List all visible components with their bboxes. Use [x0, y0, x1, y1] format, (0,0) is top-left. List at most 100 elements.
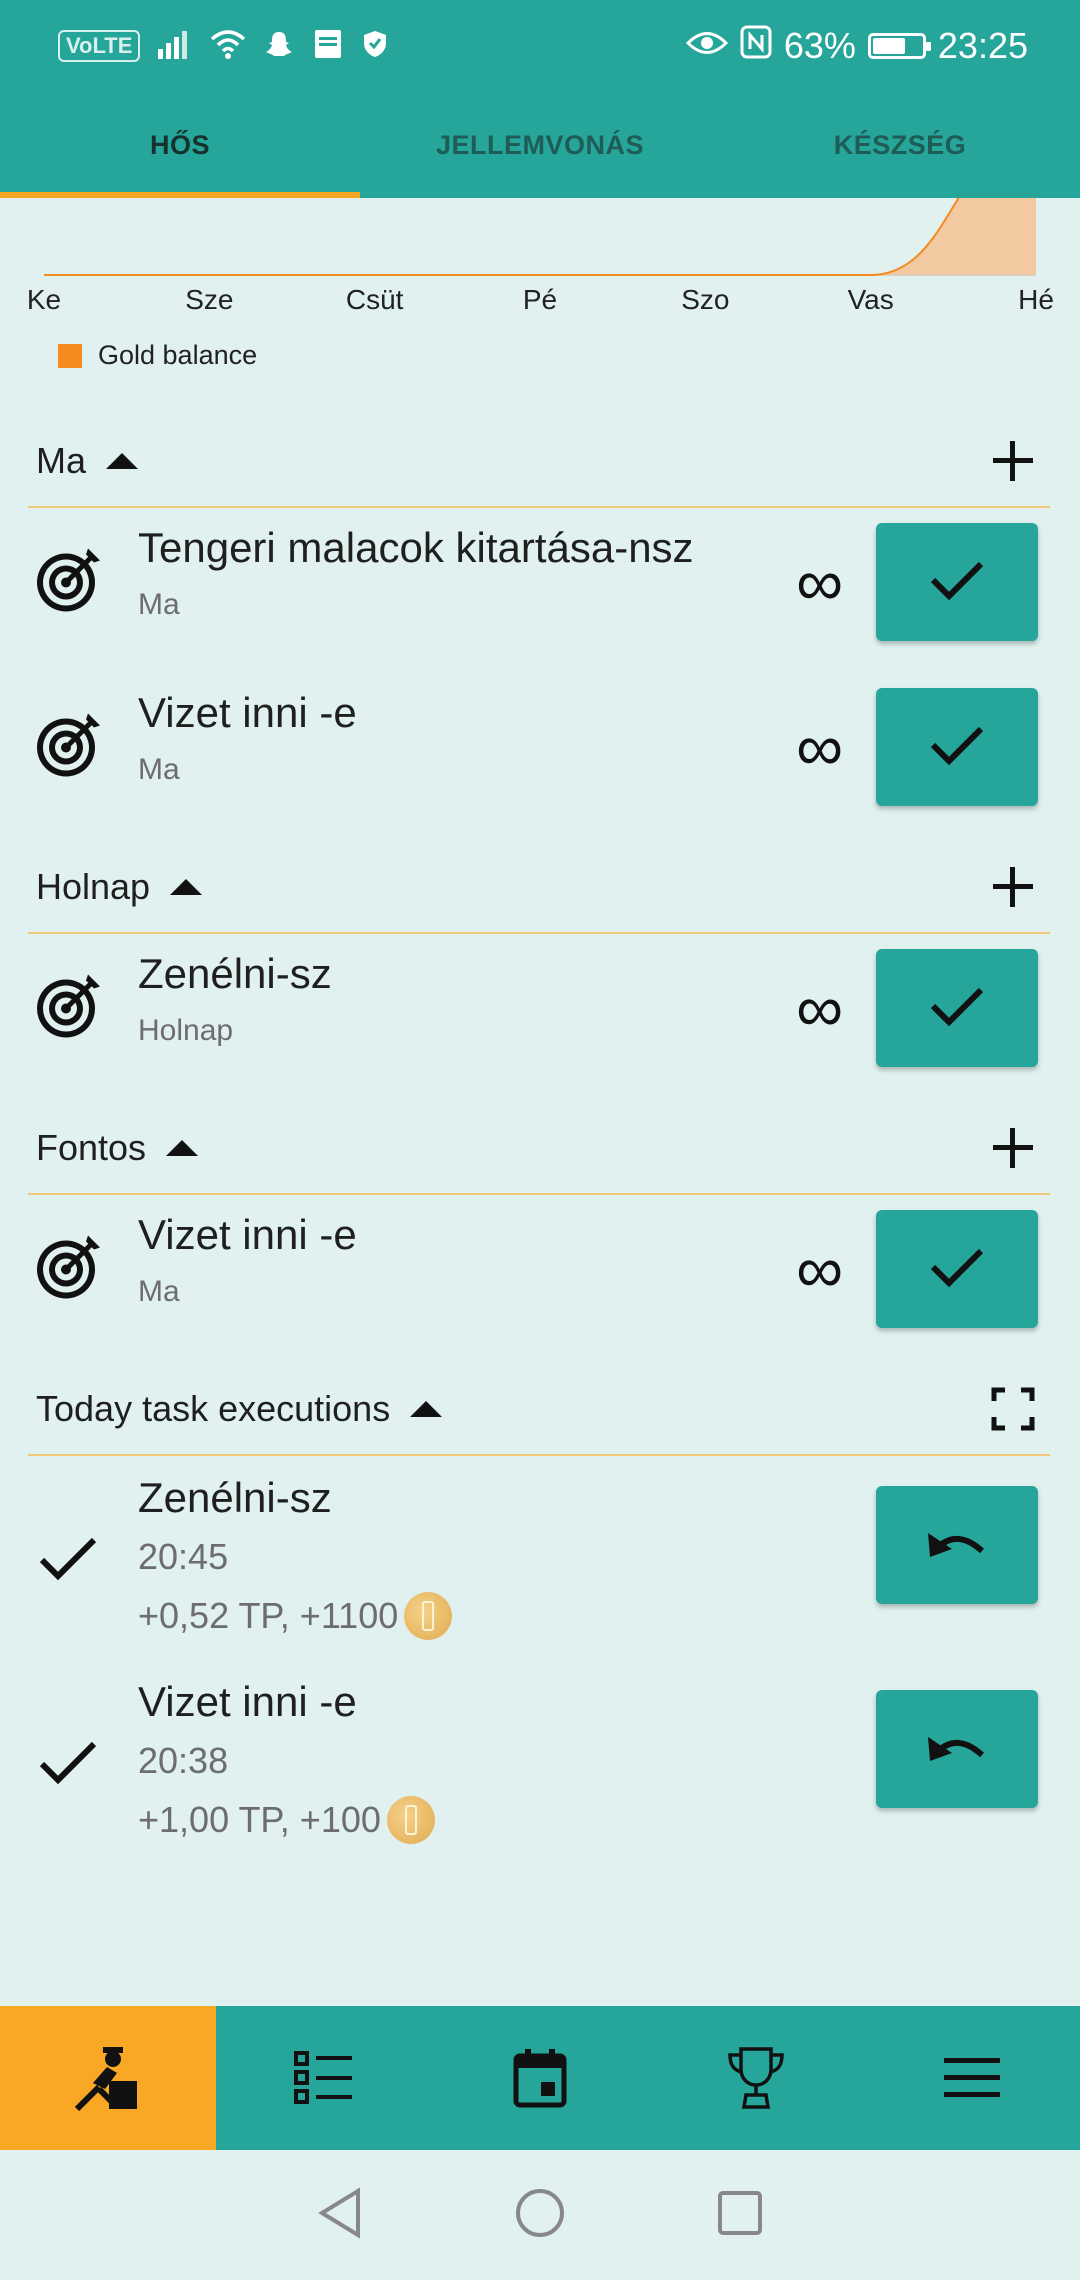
nav-tasks[interactable] [216, 2006, 432, 2150]
x-tick-label: Csüt [345, 284, 404, 315]
undo-button[interactable] [876, 1486, 1038, 1604]
eye-comfort-icon [685, 25, 728, 67]
check-icon [38, 1738, 98, 1793]
check-icon [929, 984, 985, 1033]
bottom-navigation [0, 2006, 1080, 2150]
gold-balance-line [43, 198, 960, 276]
tab-skills[interactable]: KÉSZSÉG [720, 92, 1080, 198]
signal-icon [158, 29, 192, 64]
execution-title: Zenélni-sz [138, 1474, 332, 1521]
complete-button[interactable] [876, 523, 1038, 641]
section-title: Ma [36, 440, 87, 481]
undo-button[interactable] [876, 1690, 1038, 1808]
section-title: Fontos [36, 1127, 147, 1168]
complete-button[interactable] [876, 949, 1038, 1067]
target-icon [34, 710, 104, 785]
home-icon[interactable] [514, 2187, 566, 2244]
section-header-tomorrow[interactable]: Holnap [28, 842, 1050, 934]
snapchat-icon [264, 29, 294, 64]
task-list-icon [294, 2051, 352, 2104]
volte-indicator: VoLTE [58, 30, 141, 62]
execution-reward: +0,52 TP, +1100 [138, 1592, 453, 1640]
status-bar: VoLTE 63% 23:25 [0, 0, 1080, 92]
infinity-icon: ∞ [796, 710, 844, 784]
nav-calendar[interactable] [432, 2006, 648, 2150]
execution-title: Vizet inni -e [138, 1678, 357, 1725]
check-icon [929, 558, 985, 607]
system-navigation [0, 2150, 1080, 2280]
nav-hero[interactable] [0, 2006, 216, 2150]
tab-bar: HŐS JELLEMVONÁS KÉSZSÉG [0, 92, 1080, 198]
section-header-executions[interactable]: Today task executions [28, 1364, 1050, 1456]
caret-up-icon [410, 1401, 443, 1417]
calendar-icon [513, 2049, 567, 2108]
infinity-icon: ∞ [796, 545, 844, 619]
task-subtitle: Holnap [138, 1014, 234, 1047]
section-title: Holnap [36, 866, 151, 907]
legend-label: Gold balance [98, 340, 258, 370]
trophy-icon [728, 2047, 784, 2109]
undo-icon [928, 1533, 985, 1557]
reward-text: +1,00 TP, +100 [138, 1799, 381, 1840]
section-header-today[interactable]: Ma [28, 416, 1050, 508]
wifi-icon [210, 29, 246, 64]
chart-x-axis: Ke Sze Csüt Pé Szo Vas Hé [0, 284, 1080, 324]
target-icon [34, 971, 104, 1046]
target-icon [34, 545, 104, 620]
nfc-icon [740, 25, 772, 68]
add-icon[interactable] [990, 1125, 1036, 1171]
target-icon [34, 1232, 104, 1307]
list-item[interactable]: Vizet inni -e Ma ∞ [0, 667, 1080, 827]
add-icon[interactable] [990, 864, 1036, 910]
task-title: Vizet inni -e [138, 689, 357, 736]
gold-balance-area [44, 198, 1036, 275]
section-header-important[interactable]: Fontos [28, 1103, 1050, 1195]
execution-item: Vizet inni -e 20:38 +1,00 TP, +100 [0, 1666, 1080, 1866]
tab-traits[interactable]: JELLEMVONÁS [360, 92, 720, 198]
task-title: Zenélni-sz [138, 950, 332, 997]
infinity-icon: ∞ [796, 971, 844, 1045]
bible-app-icon [312, 28, 344, 65]
check-icon [929, 1245, 985, 1294]
nav-achievements[interactable] [648, 2006, 864, 2150]
tab-hero[interactable]: HŐS [0, 92, 360, 198]
battery-fill [872, 38, 905, 54]
gold-coin-icon [386, 1796, 435, 1844]
list-item[interactable]: Vizet inni -e Ma ∞ [0, 1189, 1080, 1349]
battery-percent: 63% [783, 25, 856, 66]
nav-menu[interactable] [864, 2006, 1080, 2150]
back-icon[interactable] [316, 2186, 364, 2244]
caret-up-icon [170, 879, 203, 895]
clock: 23:25 [937, 25, 1028, 66]
caret-up-icon [106, 453, 139, 469]
add-icon[interactable] [990, 438, 1036, 484]
execution-item: Zenélni-sz 20:45 +0,52 TP, +1100 [0, 1462, 1080, 1662]
list-item[interactable]: Zenélni-sz Holnap ∞ [0, 928, 1080, 1088]
task-title: Tengeri malacok kitartása-nsz [138, 524, 694, 571]
recents-icon[interactable] [716, 2189, 764, 2242]
reward-text: +0,52 TP, +1100 [138, 1595, 399, 1636]
task-title: Vizet inni -e [138, 1211, 357, 1258]
hero-icon [74, 2047, 137, 2112]
x-tick-label: Sze [185, 284, 234, 315]
fullscreen-icon[interactable] [990, 1386, 1036, 1432]
complete-button[interactable] [876, 1210, 1038, 1328]
task-subtitle: Ma [138, 588, 180, 621]
complete-button[interactable] [876, 688, 1038, 806]
x-tick-label: Vas [847, 284, 894, 315]
undo-icon [928, 1737, 985, 1761]
list-item[interactable]: Tengeri malacok kitartása-nsz Ma ∞ [0, 502, 1080, 662]
infinity-icon: ∞ [796, 1232, 844, 1306]
menu-icon [944, 2058, 1000, 2097]
check-icon [38, 1534, 98, 1589]
execution-time: 20:45 [138, 1536, 229, 1577]
x-tick-label: Ke [26, 284, 62, 315]
execution-time: 20:38 [138, 1740, 229, 1781]
legend-swatch [58, 343, 82, 368]
x-tick-label: Hé [1018, 284, 1054, 315]
section-title: Today task executions [36, 1388, 391, 1429]
task-subtitle: Ma [138, 753, 180, 786]
shield-icon [362, 29, 388, 64]
x-tick-label: Pé [522, 284, 558, 315]
caret-up-icon [166, 1140, 199, 1156]
